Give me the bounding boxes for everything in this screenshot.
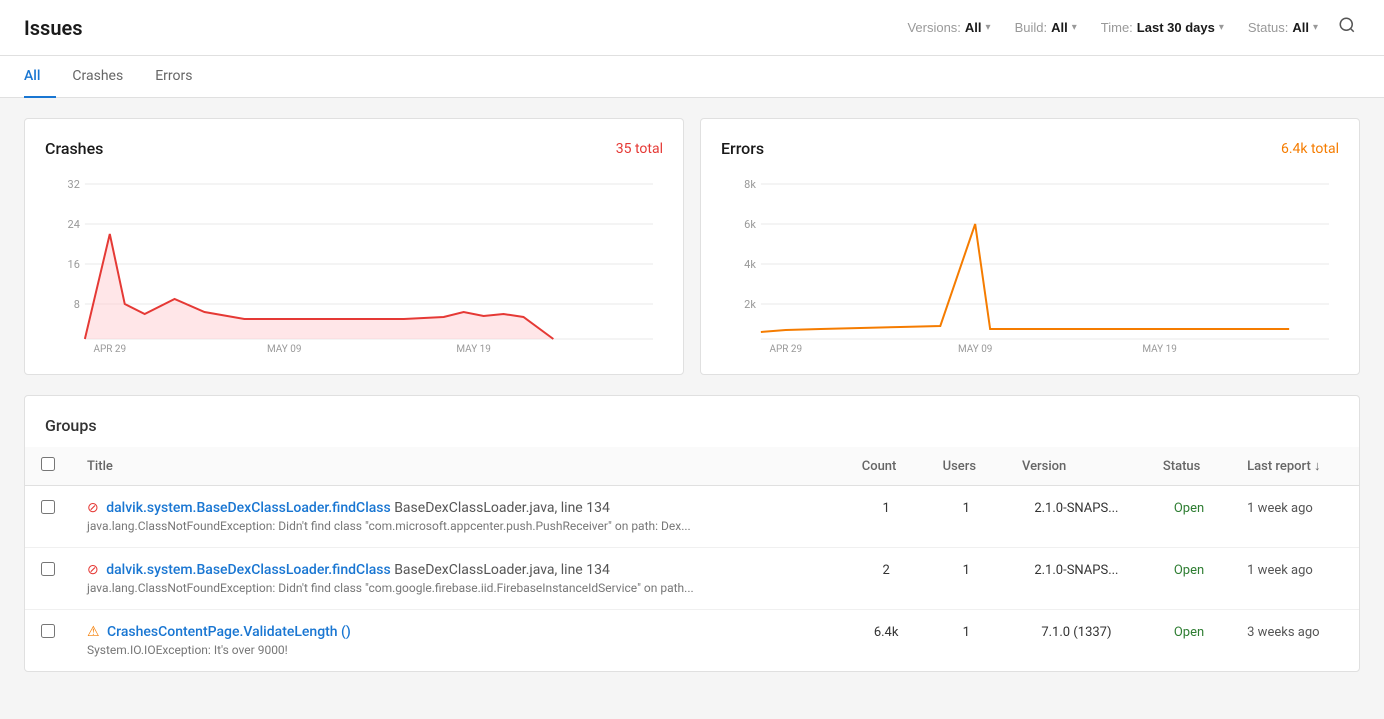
tabs-bar: All Crashes Errors (0, 56, 1384, 98)
status-filter[interactable]: Status: All ▾ (1240, 16, 1326, 39)
groups-section: Groups Title Count Users Version Status … (24, 395, 1360, 672)
th-title: Title (71, 447, 846, 486)
row2-users: 1 (927, 548, 1006, 610)
row1-last-report: 1 week ago (1231, 486, 1359, 548)
crashes-svg: 32 24 16 8 APR 29 MAY 09 MAY 19 (45, 174, 663, 354)
row3-users: 1 (927, 610, 1006, 672)
row2-title: ⊘ dalvik.system.BaseDexClassLoader.findC… (71, 548, 846, 610)
row3-count: 6.4k (846, 610, 927, 672)
svg-text:32: 32 (68, 178, 80, 191)
svg-text:8k: 8k (744, 178, 756, 191)
th-status: Status (1147, 447, 1231, 486)
row2-count: 2 (846, 548, 927, 610)
svg-text:APR 29: APR 29 (770, 344, 803, 354)
table-row: ⊘ dalvik.system.BaseDexClassLoader.findC… (25, 486, 1359, 548)
svg-text:6k: 6k (744, 218, 756, 231)
row3-checkbox[interactable] (41, 624, 55, 638)
main-content: Crashes 35 total 32 24 16 8 A (0, 98, 1384, 692)
row2-version: 2.1.0-SNAPS... (1006, 548, 1147, 610)
row2-checkbox[interactable] (41, 562, 55, 576)
th-last-report[interactable]: Last report ↓ (1231, 447, 1359, 486)
header-controls: Versions: All ▾ Build: All ▾ Time: Last … (899, 12, 1360, 43)
row3-title: ⚠ CrashesContentPage.ValidateLength () S… (71, 610, 846, 672)
svg-text:2k: 2k (744, 298, 756, 311)
tab-errors[interactable]: Errors (139, 56, 208, 98)
crash-icon: ⊘ (87, 500, 99, 516)
row3-method: CrashesContentPage.ValidateLength () (107, 624, 351, 640)
table-row: ⊘ dalvik.system.BaseDexClassLoader.findC… (25, 548, 1359, 610)
warning-icon: ⚠ (87, 624, 100, 640)
row1-method: dalvik.system.BaseDexClassLoader.findCla… (106, 500, 391, 516)
th-count: Count (846, 447, 927, 486)
page-title: Issues (24, 16, 83, 40)
errors-total: 6.4k total (1281, 141, 1339, 157)
svg-text:24: 24 (68, 218, 80, 231)
crashes-chart-header: Crashes 35 total (45, 139, 663, 158)
svg-text:MAY 09: MAY 09 (958, 344, 992, 354)
row2-last-report: 1 week ago (1231, 548, 1359, 610)
crashes-chart-card: Crashes 35 total 32 24 16 8 A (24, 118, 684, 375)
row1-status: Open (1147, 486, 1231, 548)
crashes-chart-title: Crashes (45, 139, 103, 158)
row1-desc: java.lang.ClassNotFoundException: Didn't… (87, 519, 830, 533)
row1-file: BaseDexClassLoader.java, line 134 (394, 500, 610, 516)
errors-chart-area: 8k 6k 4k 2k APR 29 MAY 09 MAY 19 (721, 174, 1339, 354)
row1-count: 1 (846, 486, 927, 548)
groups-title: Groups (45, 416, 97, 435)
tab-crashes[interactable]: Crashes (56, 56, 139, 98)
row1-checkbox[interactable] (41, 500, 55, 514)
tab-all[interactable]: All (24, 56, 56, 98)
row2-issue-title: ⊘ dalvik.system.BaseDexClassLoader.findC… (87, 562, 830, 578)
groups-header: Groups (25, 396, 1359, 447)
errors-chart-title: Errors (721, 139, 764, 158)
row2-status: Open (1147, 548, 1231, 610)
svg-text:4k: 4k (744, 258, 756, 271)
row2-file: BaseDexClassLoader.java, line 134 (394, 562, 610, 578)
th-checkbox (25, 447, 71, 486)
groups-table: Title Count Users Version Status Last re… (25, 447, 1359, 671)
header: Issues Versions: All ▾ Build: All ▾ Time… (0, 0, 1384, 56)
row1-users: 1 (927, 486, 1006, 548)
svg-text:MAY 19: MAY 19 (456, 344, 490, 354)
search-button[interactable] (1334, 12, 1360, 43)
errors-chart-header: Errors 6.4k total (721, 139, 1339, 158)
errors-chart-card: Errors 6.4k total 8k 6k 4k 2k (700, 118, 1360, 375)
row1-title: ⊘ dalvik.system.BaseDexClassLoader.findC… (71, 486, 846, 548)
row1-version: 2.1.0-SNAPS... (1006, 486, 1147, 548)
charts-row: Crashes 35 total 32 24 16 8 A (24, 118, 1360, 375)
time-filter[interactable]: Time: Last 30 days ▾ (1093, 16, 1232, 39)
versions-filter[interactable]: Versions: All ▾ (899, 16, 998, 39)
row3-desc: System.IO.IOException: It's over 9000! (87, 643, 830, 657)
svg-text:MAY 19: MAY 19 (1142, 344, 1176, 354)
crashes-total: 35 total (616, 141, 663, 157)
svg-text:8: 8 (74, 298, 80, 311)
row1-checkbox-cell (25, 486, 71, 548)
row2-method: dalvik.system.BaseDexClassLoader.findCla… (106, 562, 391, 578)
crash-icon: ⊘ (87, 562, 99, 578)
row3-checkbox-cell (25, 610, 71, 672)
table-row: ⚠ CrashesContentPage.ValidateLength () S… (25, 610, 1359, 672)
row3-last-report: 3 weeks ago (1231, 610, 1359, 672)
row3-status: Open (1147, 610, 1231, 672)
row3-issue-title: ⚠ CrashesContentPage.ValidateLength () (87, 624, 830, 640)
th-version: Version (1006, 447, 1147, 486)
row2-desc: java.lang.ClassNotFoundException: Didn't… (87, 581, 830, 595)
row3-version: 7.1.0 (1337) (1006, 610, 1147, 672)
th-users: Users (927, 447, 1006, 486)
svg-text:MAY 09: MAY 09 (267, 344, 301, 354)
build-filter[interactable]: Build: All ▾ (1007, 16, 1085, 39)
select-all-checkbox[interactable] (41, 457, 55, 471)
crashes-chart-area: 32 24 16 8 APR 29 MAY 09 MAY 19 (45, 174, 663, 354)
svg-text:16: 16 (68, 258, 80, 271)
svg-text:APR 29: APR 29 (94, 344, 127, 354)
errors-svg: 8k 6k 4k 2k APR 29 MAY 09 MAY 19 (721, 174, 1339, 354)
row2-checkbox-cell (25, 548, 71, 610)
row1-issue-title: ⊘ dalvik.system.BaseDexClassLoader.findC… (87, 500, 830, 516)
